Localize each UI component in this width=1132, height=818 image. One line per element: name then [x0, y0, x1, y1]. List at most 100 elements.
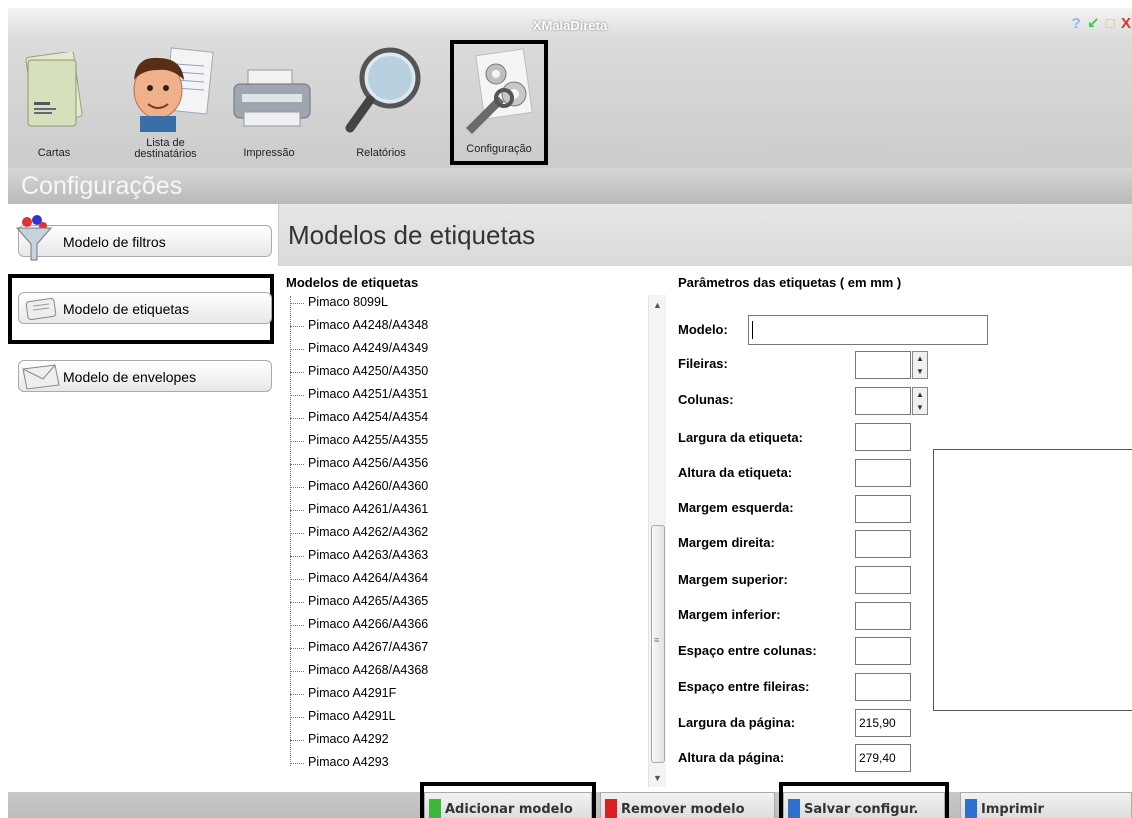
scrollbar-thumb[interactable]: ≡ — [651, 525, 665, 763]
add-model-label: Adicionar modelo — [445, 802, 573, 817]
add-model-button[interactable]: Adicionar modelo — [424, 792, 592, 818]
toolbar-configuracao[interactable]: Configuração — [450, 40, 548, 165]
models-tree: Pimaco 8099L Pimaco A4248/A4348 Pimaco A… — [290, 295, 646, 785]
bottom-toolbar: Adicionar modelo Remover modelo Salvar c… — [8, 782, 1132, 818]
scroll-down-arrow-icon[interactable]: ▼ — [653, 773, 662, 783]
printer-icon — [233, 69, 311, 127]
altura-pagina-label: Altura da página: — [678, 750, 785, 765]
margem-superior-label: Margem superior: — [678, 572, 788, 587]
fileiras-input[interactable] — [855, 351, 911, 379]
toolbar-cartas-label: Cartas — [37, 147, 71, 159]
section-title: Configurações — [21, 172, 183, 200]
left-sidebar: Modelo de filtros Modelo de etiquetas Mo… — [8, 204, 278, 794]
minimize-icon[interactable]: ↙ — [1087, 15, 1101, 32]
text-caret — [752, 321, 753, 339]
toolbar-lista-label: Lista de destinatários — [134, 137, 197, 160]
toolbar-impressao[interactable]: Impressão — [226, 40, 312, 165]
largura-pagina-input[interactable]: 215,90 — [855, 709, 911, 737]
help-icon[interactable]: ? — [1072, 15, 1082, 32]
tree-item[interactable]: Pimaco A4264/A4364 — [290, 571, 428, 589]
altura-pagina-input[interactable]: 279,40 — [855, 744, 911, 772]
models-scrollbar[interactable]: ▲ ≡ ▼ — [648, 295, 666, 787]
tree-item[interactable]: Pimaco A4248/A4348 — [290, 318, 428, 336]
tree-item[interactable]: Pimaco A4293 — [290, 755, 389, 773]
altura-etiqueta-label: Altura da etiqueta: — [678, 465, 793, 480]
print-label: Imprimir — [981, 802, 1044, 817]
largura-etiqueta-input[interactable] — [855, 423, 911, 451]
colunas-stepper[interactable]: ▲ ▼ — [912, 387, 928, 415]
remove-model-label: Remover modelo — [621, 802, 745, 817]
nav-modelo-envelopes[interactable]: Modelo de envelopes — [18, 360, 272, 392]
tree-item[interactable]: Pimaco A4260/A4360 — [290, 479, 428, 497]
margem-direita-label: Margem direita: — [678, 535, 775, 550]
tree-item[interactable]: Pimaco A4265/A4365 — [290, 594, 428, 612]
close-icon[interactable]: X — [1121, 15, 1132, 32]
margem-superior-input[interactable] — [855, 566, 911, 594]
toolbar-impressao-label: Impressão — [243, 147, 295, 159]
funnel-icon — [15, 215, 53, 261]
fileiras-stepper[interactable]: ▲ ▼ — [912, 351, 928, 379]
scrollbar-grip-icon: ≡ — [654, 635, 660, 645]
tree-item[interactable]: Pimaco A4268/A4368 — [290, 663, 428, 681]
tree-item[interactable]: Pimaco A4249/A4349 — [290, 341, 428, 359]
nav-modelo-filtros[interactable]: Modelo de filtros — [15, 215, 272, 261]
nav-modelo-envelopes-label: Modelo de envelopes — [63, 369, 197, 385]
largura-pagina-label: Largura da página: — [678, 715, 796, 730]
tree-item[interactable]: Pimaco A4251/A4351 — [290, 387, 428, 405]
save-config-label: Salvar configur. — [804, 802, 919, 817]
section-header: Configurações — [8, 168, 1132, 204]
tree-item[interactable]: Pimaco A4291F — [290, 686, 396, 704]
largura-etiqueta-label: Largura da etiqueta: — [678, 430, 803, 445]
margem-direita-input[interactable] — [855, 530, 911, 558]
toolbar-relatorios[interactable]: Relatórios — [336, 40, 426, 165]
colunas-input[interactable] — [855, 387, 911, 415]
tree-item[interactable]: Pimaco A4255/A4355 — [290, 433, 428, 451]
nav-modelo-etiquetas-label: Modelo de etiquetas — [63, 301, 190, 317]
espaco-fileiras-input[interactable] — [855, 673, 911, 701]
main-panel: Modelos de etiquetas Modelos de etiqueta… — [278, 204, 1132, 794]
toolbar-lista-destinatarios[interactable]: Lista de destinatários — [118, 40, 214, 165]
print-color-swatch — [965, 799, 977, 818]
colunas-label: Colunas: — [678, 392, 734, 407]
margem-inferior-input[interactable] — [855, 602, 911, 630]
tree-item[interactable]: Pimaco 8099L — [290, 295, 388, 313]
recipients-list-icon — [133, 47, 214, 132]
scroll-up-arrow-icon[interactable]: ▲ — [653, 300, 662, 310]
tree-item[interactable]: Pimaco A4250/A4350 — [290, 364, 428, 382]
save-color-swatch — [788, 799, 800, 818]
altura-etiqueta-input[interactable] — [855, 459, 911, 487]
modelo-input[interactable] — [748, 315, 988, 345]
main-toolbar: XMalaDireta ? ↙ □ X Cartas Lista de dest… — [8, 8, 1132, 168]
save-config-button[interactable]: Salvar configur. — [783, 792, 945, 818]
toolbar-cartas[interactable]: Cartas — [18, 40, 90, 165]
magnifier-icon — [345, 47, 421, 133]
envelope-icon — [22, 364, 60, 390]
params-heading: Parâmetros das etiquetas ( em mm ) — [678, 275, 902, 290]
tree-item[interactable]: Pimaco A4291L — [290, 709, 396, 727]
margem-inferior-label: Margem inferior: — [678, 607, 781, 622]
gears-wrench-icon — [466, 48, 533, 134]
tree-item[interactable]: Pimaco A4292 — [290, 732, 389, 750]
nav-modelo-etiquetas[interactable]: Modelo de etiquetas — [18, 292, 272, 324]
tree-item[interactable]: Pimaco A4261/A4361 — [290, 502, 428, 520]
print-button[interactable]: Imprimir — [960, 792, 1132, 818]
tree-item[interactable]: Pimaco A4263/A4363 — [290, 548, 428, 566]
app-window: XMalaDireta ? ↙ □ X Cartas Lista de dest… — [8, 8, 1132, 818]
fileiras-label: Fileiras: — [678, 356, 728, 371]
toolbar-configuracao-label: Configuração — [466, 143, 532, 155]
margem-esquerda-input[interactable] — [855, 495, 911, 523]
window-title: XMalaDireta — [532, 18, 608, 33]
tree-item[interactable]: Pimaco A4266/A4366 — [290, 617, 428, 635]
remove-model-button[interactable]: Remover modelo — [600, 792, 775, 818]
labels-sheet-icon — [25, 298, 57, 320]
margem-esquerda-label: Margem esquerda: — [678, 500, 794, 515]
main-title: Modelos de etiquetas — [288, 220, 536, 250]
tree-item[interactable]: Pimaco A4254/A4354 — [290, 410, 428, 428]
window-controls: ? ↙ □ X — [1072, 14, 1132, 32]
maximize-icon[interactable]: □ — [1106, 15, 1116, 32]
espaco-colunas-input[interactable] — [855, 637, 911, 665]
modelo-label: Modelo: — [678, 322, 728, 337]
tree-item[interactable]: Pimaco A4267/A4367 — [290, 640, 428, 658]
tree-item[interactable]: Pimaco A4262/A4362 — [290, 525, 428, 543]
tree-item[interactable]: Pimaco A4256/A4356 — [290, 456, 428, 474]
